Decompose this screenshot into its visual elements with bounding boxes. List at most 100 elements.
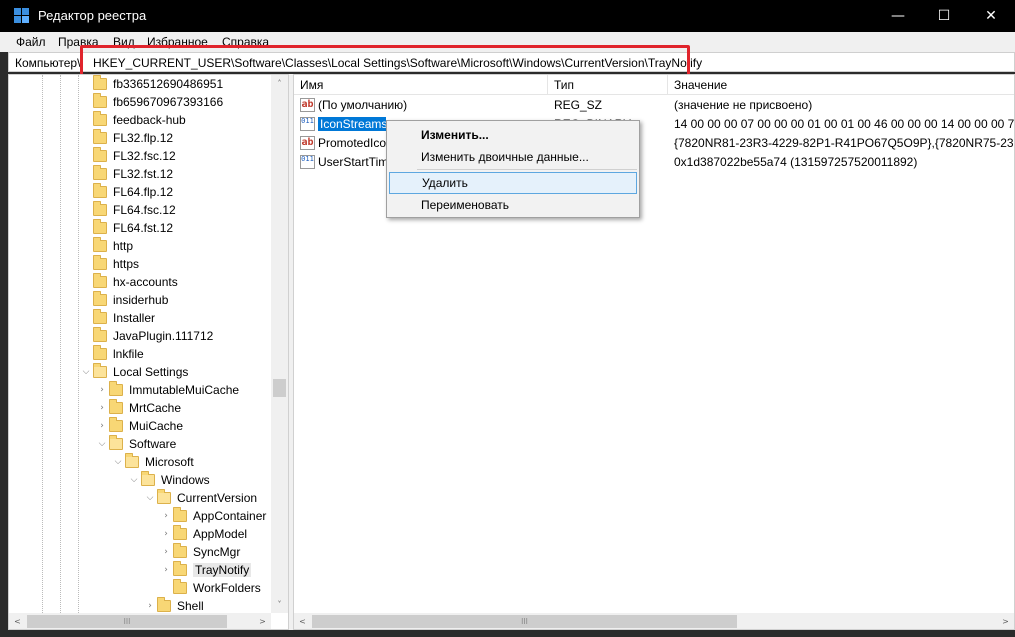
tree-item[interactable]: fb3365126904869​51 <box>79 75 223 93</box>
string-value-icon: ab <box>300 98 315 112</box>
folder-icon <box>93 345 107 360</box>
tree-horizontal-scrollbar[interactable]: < III > <box>9 613 271 629</box>
chevron-right-icon[interactable]: › <box>159 529 173 539</box>
tree-item[interactable]: ⌵ Windows <box>127 471 210 489</box>
chevron-down-icon[interactable]: ⌵ <box>95 439 109 449</box>
tree-item[interactable]: ⌵ Software <box>95 435 176 453</box>
tree-item[interactable]: › MuiCache <box>95 417 183 435</box>
binary-value-icon: 011 <box>300 117 315 131</box>
tree-item-label: Local Settings <box>113 365 189 379</box>
tree-item[interactable]: fb659670967393166 <box>79 93 223 111</box>
menu-edit[interactable]: Правка <box>58 35 99 49</box>
tree-item[interactable]: ⌵ CurrentVersion <box>143 489 257 507</box>
menu-view[interactable]: Вид <box>113 35 135 49</box>
tree-item-label: fb3365126904869​51 <box>113 77 224 91</box>
chevron-down-icon[interactable]: ⌵ <box>143 493 157 503</box>
folder-icon <box>173 525 187 540</box>
tree-item[interactable]: › Shell <box>143 597 204 613</box>
address-root-label: Компьютер\ <box>15 56 81 70</box>
value-data: 0x1d387022be55a74 (131597257520011892) <box>674 155 918 169</box>
tree-item[interactable]: Installer <box>79 309 155 327</box>
maximize-button[interactable]: ☐ <box>921 0 967 32</box>
folder-icon <box>93 327 107 342</box>
tree-item[interactable]: FL64.fsc.12 <box>79 201 176 219</box>
tree-item-label: WorkFolders <box>193 581 261 595</box>
scroll-up-icon[interactable]: ˄ <box>271 75 288 92</box>
tree-item-label: FL64.fsc.12 <box>113 203 176 217</box>
scroll-left-icon[interactable]: < <box>9 613 26 629</box>
chevron-right-icon[interactable]: › <box>143 601 157 611</box>
tree-item[interactable]: › MrtCache <box>95 399 181 417</box>
tree-item[interactable]: FL64.flp.12 <box>79 183 173 201</box>
menu-file[interactable]: Файл <box>16 35 46 49</box>
value-data: 14 00 00 00 07 00 00 00 01 00 01 00 46 0… <box>674 117 1014 131</box>
grip-icon: III <box>123 617 131 626</box>
value-row[interactable]: ab (По умолчанию) REG_SZ (значение не присв… <box>294 96 1014 114</box>
tree-item[interactable]: › AppModel <box>159 525 247 543</box>
chevron-down-icon[interactable]: ⌵ <box>79 367 93 377</box>
folder-icon <box>93 75 107 90</box>
address-bar[interactable]: Компьютер\ HKEY_CURRENT_USER\Software\Cl… <box>8 52 1015 72</box>
value-type: REG_SZ <box>554 98 603 112</box>
chevron-down-icon[interactable]: ⌵ <box>127 475 141 485</box>
chevron-right-icon[interactable]: › <box>159 511 173 521</box>
address-path[interactable]: HKEY_CURRENT_USER\Software\Classes\Local… <box>93 56 702 70</box>
tree-item-label: FL64.fst.12 <box>113 221 174 235</box>
chevron-right-icon[interactable]: › <box>95 385 109 395</box>
scroll-right-icon[interactable]: > <box>997 613 1014 629</box>
tree-item[interactable]: JavaPlugin.111712 <box>79 327 213 345</box>
tree-item[interactable]: WorkFolders <box>159 579 261 597</box>
tree-horizontal-thumb[interactable]: III <box>27 615 227 628</box>
menu-help[interactable]: Справка <box>222 35 269 49</box>
folder-icon <box>93 237 107 252</box>
tree-item[interactable]: ⌵ Microsoft <box>111 453 194 471</box>
tree-vertical-thumb[interactable] <box>273 379 286 397</box>
close-icon: ✕ <box>985 8 997 24</box>
chevron-right-icon[interactable]: › <box>159 565 173 575</box>
tree-item[interactable]: FL64.fst.12 <box>79 219 173 237</box>
registry-editor-icon <box>14 8 30 24</box>
tree-item[interactable]: › SyncMgr <box>159 543 240 561</box>
tree-item[interactable]: https <box>79 255 139 273</box>
tree-item-label: FL32.fsc.12 <box>113 149 176 163</box>
tree-item-label: feedback-hub <box>113 113 186 127</box>
chevron-right-icon[interactable]: › <box>95 403 109 413</box>
ctx-modify-binary[interactable]: Изменить двоичные данные... <box>389 146 637 168</box>
tree-item[interactable]: FL32.fsc.12 <box>79 147 176 165</box>
folder-icon <box>157 489 171 504</box>
scroll-left-icon[interactable]: < <box>294 613 311 629</box>
values-horizontal-scrollbar[interactable]: < III > <box>294 613 1014 629</box>
tree-item[interactable]: FL32.fst.12 <box>79 165 173 183</box>
menu-favorites[interactable]: Избранное <box>147 35 208 49</box>
tree-item[interactable]: FL32.flp.12 <box>79 129 173 147</box>
tree-item-label: Microsoft <box>145 455 194 469</box>
tree-item[interactable]: › ImmutableMuiCache <box>95 381 239 399</box>
chevron-right-icon[interactable]: › <box>159 547 173 557</box>
ctx-modify[interactable]: Изменить... <box>389 124 637 146</box>
tree-item[interactable]: ⌵ Local Settings <box>79 363 188 381</box>
scroll-right-icon[interactable]: > <box>254 613 271 629</box>
values-horizontal-thumb[interactable]: III <box>312 615 737 628</box>
tree-item[interactable]: http <box>79 237 133 255</box>
column-value[interactable]: Значение <box>668 75 1014 95</box>
column-type[interactable]: Тип <box>548 75 668 95</box>
tree-vertical-scrollbar[interactable]: ˄ ˅ <box>271 75 288 613</box>
tree-item[interactable]: insiderhub <box>79 291 168 309</box>
close-button[interactable]: ✕ <box>967 0 1015 32</box>
tree-item[interactable]: hx-accounts <box>79 273 178 291</box>
chevron-down-icon[interactable]: ⌵ <box>111 457 125 467</box>
ctx-rename[interactable]: Переименовать <box>389 194 637 216</box>
folder-icon <box>93 201 107 216</box>
tree-item[interactable]: › TrayNotify <box>159 561 252 579</box>
minimize-button[interactable]: — <box>875 0 921 32</box>
ctx-delete[interactable]: Удалить <box>389 172 637 194</box>
window-bottom-edge <box>0 630 1015 637</box>
key-tree-pane[interactable]: fb3365126904869​51 fb659670967393166 feedb… <box>8 74 289 630</box>
tree-item[interactable]: lnkfile <box>79 345 144 363</box>
tree-item[interactable]: feedback-hub <box>79 111 186 129</box>
chevron-right-icon[interactable]: › <box>95 421 109 431</box>
scroll-down-icon[interactable]: ˅ <box>271 596 288 613</box>
tree-item-label: MrtCache <box>129 401 182 415</box>
column-name[interactable]: Имя <box>294 75 548 95</box>
tree-item[interactable]: › AppContainer <box>159 507 266 525</box>
